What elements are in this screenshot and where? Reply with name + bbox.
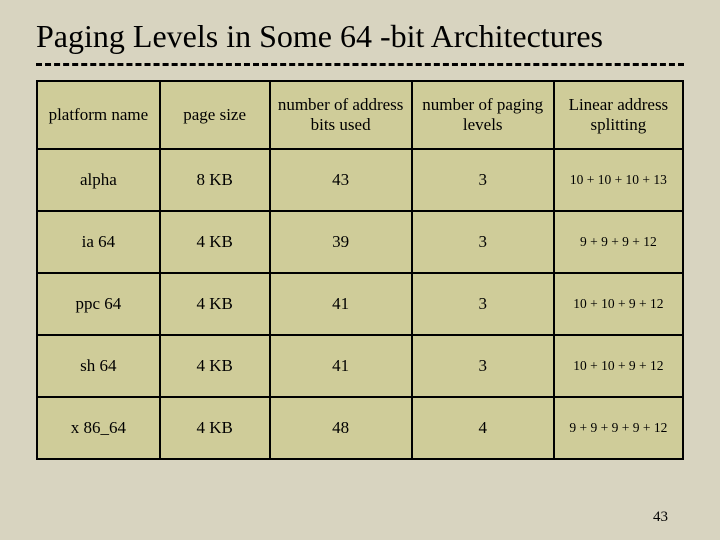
cell-page-size: 8 KB <box>160 149 270 211</box>
cell-page-size: 4 KB <box>160 211 270 273</box>
table-row: x 86_64 4 KB 48 4 9 + 9 + 9 + 9 + 12 <box>37 397 683 459</box>
slide-title: Paging Levels in Some 64 -bit Architectu… <box>36 18 684 55</box>
page-number: 43 <box>653 509 668 526</box>
cell-platform: sh 64 <box>37 335 160 397</box>
cell-page-size: 4 KB <box>160 335 270 397</box>
header-page-size: page size <box>160 81 270 149</box>
cell-page-size: 4 KB <box>160 273 270 335</box>
cell-addr-bits: 41 <box>270 273 412 335</box>
slide: Paging Levels in Some 64 -bit Architectu… <box>0 0 720 540</box>
cell-levels: 3 <box>412 149 554 211</box>
table-header-row: platform name page size number of addres… <box>37 81 683 149</box>
paging-table: platform name page size number of addres… <box>36 80 684 460</box>
cell-platform: ia 64 <box>37 211 160 273</box>
cell-page-size: 4 KB <box>160 397 270 459</box>
cell-levels: 3 <box>412 211 554 273</box>
cell-addr-bits: 39 <box>270 211 412 273</box>
table-row: alpha 8 KB 43 3 10 + 10 + 10 + 13 <box>37 149 683 211</box>
cell-splitting: 10 + 10 + 9 + 12 <box>554 273 683 335</box>
header-levels: number of paging levels <box>412 81 554 149</box>
header-addr-bits: number of address bits used <box>270 81 412 149</box>
header-splitting: Linear address splitting <box>554 81 683 149</box>
cell-splitting: 10 + 10 + 10 + 13 <box>554 149 683 211</box>
cell-platform: ppc 64 <box>37 273 160 335</box>
table-row: sh 64 4 KB 41 3 10 + 10 + 9 + 12 <box>37 335 683 397</box>
cell-addr-bits: 43 <box>270 149 412 211</box>
cell-levels: 3 <box>412 335 554 397</box>
table-row: ia 64 4 KB 39 3 9 + 9 + 9 + 12 <box>37 211 683 273</box>
cell-platform: x 86_64 <box>37 397 160 459</box>
cell-splitting: 9 + 9 + 9 + 9 + 12 <box>554 397 683 459</box>
cell-addr-bits: 48 <box>270 397 412 459</box>
cell-splitting: 10 + 10 + 9 + 12 <box>554 335 683 397</box>
table-row: ppc 64 4 KB 41 3 10 + 10 + 9 + 12 <box>37 273 683 335</box>
cell-levels: 4 <box>412 397 554 459</box>
cell-splitting: 9 + 9 + 9 + 12 <box>554 211 683 273</box>
header-platform: platform name <box>37 81 160 149</box>
cell-levels: 3 <box>412 273 554 335</box>
title-divider <box>36 63 684 66</box>
cell-platform: alpha <box>37 149 160 211</box>
cell-addr-bits: 41 <box>270 335 412 397</box>
